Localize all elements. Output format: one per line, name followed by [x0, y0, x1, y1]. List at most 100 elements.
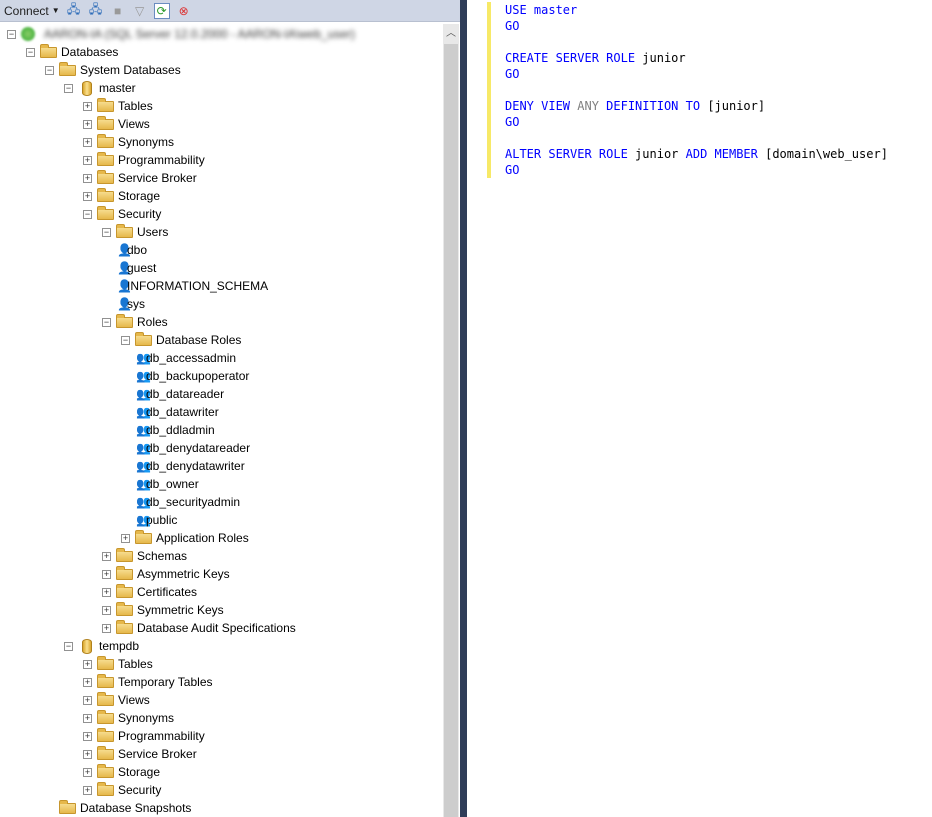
tree-node-label: sys [127, 297, 145, 311]
object-explorer-toolbar: Connect ▼ 🖧 🖧 ■ ▽ ⟳ ⊗ [0, 0, 460, 22]
tree-node[interactable]: + Storage [0, 763, 443, 781]
tree-node-label: dbo [127, 243, 148, 257]
expand-icon[interactable]: + [83, 138, 92, 147]
tree-node[interactable]: + Database Audit Specifications [0, 619, 443, 637]
tree-node[interactable]: 👥 db_securityadmin [0, 493, 443, 511]
tree-node[interactable]: 👥 db_datawriter [0, 403, 443, 421]
tree-node[interactable]: 👤 sys [0, 295, 443, 313]
scrollbar-thumb[interactable] [444, 44, 458, 817]
expand-icon[interactable]: + [121, 534, 130, 543]
tree-node[interactable]: + Asymmetric Keys [0, 565, 443, 583]
tree-node[interactable]: + Views [0, 691, 443, 709]
expand-icon[interactable]: + [83, 786, 92, 795]
tree-node[interactable]: + Programmability [0, 151, 443, 169]
expand-icon[interactable]: + [83, 156, 92, 165]
tree-node[interactable]: + Symmetric Keys [0, 601, 443, 619]
tree-node[interactable]: + Temporary Tables [0, 673, 443, 691]
tree-node[interactable]: − Databases [0, 43, 443, 61]
expand-icon[interactable]: + [102, 606, 111, 615]
tree-node[interactable]: − Roles [0, 313, 443, 331]
collapse-icon[interactable]: − [45, 66, 54, 75]
tree-node[interactable]: − tempdb [0, 637, 443, 655]
expand-icon[interactable]: + [83, 750, 92, 759]
expand-icon[interactable]: + [83, 660, 92, 669]
code-line: GO [505, 66, 519, 82]
collapse-icon[interactable]: − [83, 210, 92, 219]
tree-node[interactable]: + Schemas [0, 547, 443, 565]
code-token: [junior] [707, 99, 766, 113]
tree-node[interactable]: 👥 db_denydatareader [0, 439, 443, 457]
collapse-icon[interactable]: − [64, 642, 73, 651]
tree-node-label: db_accessadmin [146, 351, 237, 365]
tree-node[interactable]: − System Databases [0, 61, 443, 79]
tree-node[interactable]: − master [0, 79, 443, 97]
collapse-icon[interactable]: − [7, 30, 16, 39]
collapse-icon[interactable]: − [64, 84, 73, 93]
tree-node[interactable]: − AARON-IA (SQL Server 12.0.2000 - AARON-… [0, 25, 443, 43]
tree-node[interactable]: + Application Roles [0, 529, 443, 547]
tree-node[interactable]: + Tables [0, 97, 443, 115]
object-explorer-tree: − AARON-IA (SQL Server 12.0.2000 - AARON-… [0, 24, 443, 817]
tree-node[interactable]: − Database Roles [0, 331, 443, 349]
tree-node-label: Application Roles [156, 531, 249, 545]
tree-node[interactable]: + Programmability [0, 727, 443, 745]
tree-node[interactable]: 👥 public [0, 511, 443, 529]
expand-icon[interactable]: + [83, 696, 92, 705]
tree-node-label: db_securityadmin [146, 495, 241, 509]
tree-node[interactable]: + Tables [0, 655, 443, 673]
expand-icon[interactable]: + [83, 768, 92, 777]
expand-icon[interactable]: + [102, 570, 111, 579]
expand-icon[interactable]: + [102, 552, 111, 561]
folder-icon [97, 170, 114, 184]
tree-node-label: db_ddladmin [146, 423, 215, 437]
collapse-icon[interactable]: − [26, 48, 35, 57]
tree-node[interactable]: 👥 db_owner [0, 475, 443, 493]
stop-icon[interactable]: ■ [110, 3, 126, 19]
expand-icon[interactable]: + [83, 192, 92, 201]
expand-icon[interactable]: + [83, 714, 92, 723]
tree-node[interactable]: + Synonyms [0, 709, 443, 727]
tree-node[interactable]: 👥 db_denydatawriter [0, 457, 443, 475]
tree-node[interactable]: + Views [0, 115, 443, 133]
tree-node[interactable]: 👥 db_datareader [0, 385, 443, 403]
pane-splitter[interactable] [460, 0, 467, 817]
expand-icon[interactable]: + [102, 624, 111, 633]
tree-node[interactable]: 👤 guest [0, 259, 443, 277]
scroll-up-icon[interactable]: ︿ [443, 24, 459, 42]
tree-node[interactable]: − Users [0, 223, 443, 241]
connect-object-explorer-icon[interactable]: 🖧 [66, 2, 82, 19]
expand-icon[interactable]: + [83, 102, 92, 111]
server-icon [21, 27, 35, 41]
folder-icon [116, 584, 133, 598]
collapse-icon[interactable]: − [121, 336, 130, 345]
tree-node[interactable]: + Synonyms [0, 133, 443, 151]
expand-icon[interactable]: + [83, 174, 92, 183]
tree-node-label: Programmability [118, 153, 205, 167]
connect-button[interactable]: Connect ▼ [4, 4, 60, 18]
tree-node[interactable]: + Service Broker [0, 169, 443, 187]
refresh-icon[interactable]: ⟳ [153, 2, 170, 19]
tree-node-label: Storage [118, 189, 161, 203]
tree-node[interactable]: + Storage [0, 187, 443, 205]
tree-node[interactable]: 👤 dbo [0, 241, 443, 259]
tree-node[interactable]: + Service Broker [0, 745, 443, 763]
tree-node[interactable]: + Certificates [0, 583, 443, 601]
disconnect-icon[interactable]: 🖧 [88, 2, 104, 19]
close-script-icon[interactable]: ⊗ [176, 3, 192, 19]
tree-node[interactable]: Database Snapshots [0, 799, 443, 817]
tree-node[interactable]: 👥 db_ddladmin [0, 421, 443, 439]
tree-node[interactable]: 👤 INFORMATION_SCHEMA [0, 277, 443, 295]
expand-icon[interactable]: + [83, 120, 92, 129]
expand-icon[interactable]: + [83, 732, 92, 741]
collapse-icon[interactable]: − [102, 318, 111, 327]
expand-icon[interactable]: + [102, 588, 111, 597]
expand-icon[interactable]: + [83, 678, 92, 687]
collapse-icon[interactable]: − [102, 228, 111, 237]
filter-icon[interactable]: ▽ [132, 3, 148, 19]
tree-node[interactable]: 👥 db_backupoperator [0, 367, 443, 385]
tree-node[interactable]: 👥 db_accessadmin [0, 349, 443, 367]
tree-scrollbar[interactable]: ︿ [443, 24, 459, 817]
tree-node[interactable]: + Security [0, 781, 443, 799]
query-editor[interactable]: USE master GO CREATE SERVER ROLE junior GO D… [467, 0, 932, 817]
tree-node[interactable]: − Security [0, 205, 443, 223]
